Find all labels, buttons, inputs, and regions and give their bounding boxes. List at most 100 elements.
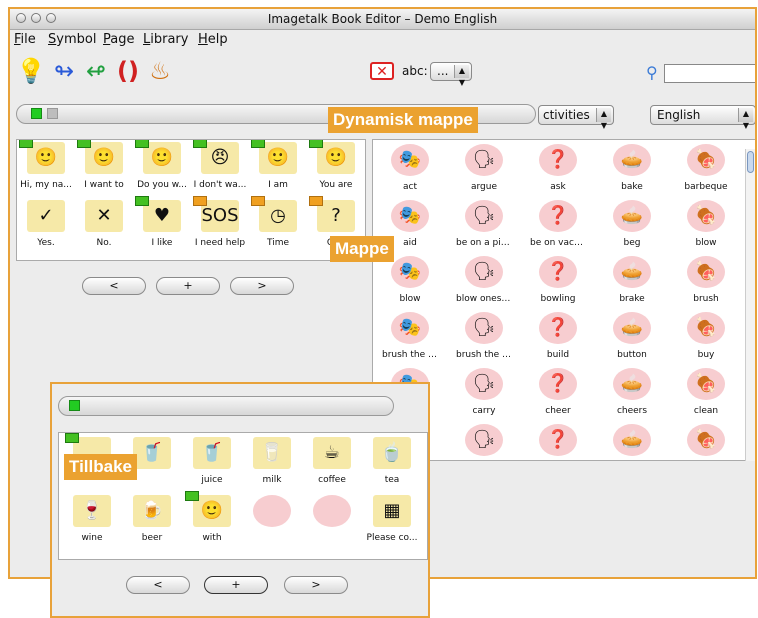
symbol-cell[interactable]: 🙂 I am [249,140,307,196]
library-symbol[interactable]: 🎭 blow [381,254,439,310]
symbol-cell[interactable]: 🙂 You are [307,140,365,196]
symbol-cell[interactable]: 🙂 Hi, my na... [17,140,75,196]
symbol-picture-icon: 🍖 [687,144,725,176]
symbol-picture-icon: 🙂 [185,491,231,527]
symbol-cell[interactable]: 🥤 juice [183,435,241,491]
symbol-cell[interactable]: ✓ Yes. [17,198,75,254]
library-symbol[interactable]: ❓ be on vacati... [529,198,587,254]
window-title: Imagetalk Book Editor – Demo English [267,12,498,26]
symbol-label: Time [266,238,290,248]
symbol-cell[interactable]: 🍷 wine [63,493,121,549]
symbol-label: bake [621,182,643,192]
menu-file[interactable]: File [14,32,36,47]
library-symbol[interactable]: 🥧 brake [603,254,661,310]
symbol-picture-icon: 🙂 [309,140,355,174]
library-symbol[interactable]: 🗣 carry [455,366,513,422]
root-page-marker[interactable] [69,400,80,411]
symbol-cell[interactable]: 🥛 milk [243,435,301,491]
symbol-cell[interactable]: 🙂 Do you w... [133,140,191,196]
symbol-picture-icon: ❓ [539,256,577,288]
symbol-label: barbeque [684,182,728,192]
symbol-picture-icon: ✓ [27,200,65,232]
symbol-picture-icon: ❓ [539,368,577,400]
symbol-picture-icon: 🍷 [73,495,111,527]
symbol-cell[interactable]: 🍵 tea [363,435,421,491]
library-symbol[interactable]: 🥧 button [603,310,661,366]
folder-flag-icon [65,433,79,443]
library-symbol[interactable]: ❓ [529,422,587,460]
prev-page-button[interactable]: < [126,576,190,594]
sub-page-marker[interactable] [47,108,58,119]
brackets-icon[interactable]: () [114,57,142,85]
library-symbol[interactable]: 🍖 [677,422,735,460]
symbol-cell[interactable]: 🍺 beer [123,493,181,549]
library-symbol[interactable]: ❓ build [529,310,587,366]
next-page-button[interactable]: > [230,277,294,295]
library-symbol[interactable]: 🥧 cheers [603,366,661,422]
symbol-cell[interactable]: ▦ Please co... [363,493,421,549]
sub-path-bar[interactable] [58,396,394,416]
symbol-cell[interactable]: SOS I need help [191,196,249,254]
search-input[interactable] [664,64,755,83]
folder-flag-icon [185,491,199,501]
symbol-cell[interactable]: ✕ No. [75,198,133,254]
library-symbol[interactable]: 🍖 barbeque [677,142,735,198]
menu-library[interactable]: Library [143,32,188,47]
library-symbol[interactable]: 🥧 [603,422,661,460]
folder-flag-icon [135,140,149,148]
symbol-cell[interactable]: ☕ coffee [303,435,361,491]
symbol-label: cheers [616,406,648,416]
symbol-label: buy [697,350,715,360]
library-symbol[interactable]: 🍖 brush [677,254,735,310]
menu-help[interactable]: Help [198,32,228,47]
language-select[interactable]: English ▲ ▼ [650,105,755,130]
library-symbol[interactable]: 🎭 brush the hair [381,310,439,366]
symbol-cell[interactable]: ◷ Time [249,196,307,254]
symbol-label: beg [623,238,641,248]
menu-symbol[interactable]: Symbol [48,32,96,47]
library-scrollbar[interactable] [745,149,755,461]
symbol-picture-icon: 🙂 [135,140,181,174]
library-symbol[interactable]: 🍖 buy [677,310,735,366]
callout-back: Tillbake [64,454,137,480]
symbol-cell[interactable]: 10 [243,493,301,549]
library-symbol[interactable]: 🍖 clean [677,366,735,422]
symbol-cell[interactable]: 🙂 with [183,491,241,549]
abc-select[interactable]: ... ▲ ▼ [430,62,472,87]
symbol-label: brush [693,294,719,304]
library-symbol[interactable]: 🍖 blow [677,198,735,254]
add-page-button[interactable]: + [156,277,220,295]
library-symbol[interactable]: 🗣 blow ones n... [455,254,513,310]
symbol-label: button [617,350,647,360]
symbol-label: clean [693,406,719,416]
symbol-cell[interactable]: 😠 I don't wa... [191,140,249,196]
library-symbol[interactable]: 🥧 bake [603,142,661,198]
symbol-label: I want to [84,180,124,190]
symbol-label: be on vacati... [530,238,587,248]
add-page-button[interactable]: + [204,576,268,594]
prev-page-button[interactable]: < [82,277,146,295]
library-symbol[interactable]: 🗣 brush the te... [455,310,513,366]
symbol-cell[interactable]: 🙂 I want to [75,140,133,196]
redo-arrow-icon[interactable]: ↬ [50,57,78,85]
title-bar: Imagetalk Book Editor – Demo English [10,9,755,30]
category-select[interactable]: ctivities ▲ ▼ [538,105,614,130]
steam-icon[interactable]: ♨ [146,57,174,85]
lightbulb-icon[interactable]: 💡 [16,57,46,85]
undo-arrow-icon[interactable]: ↫ [82,57,110,85]
library-symbol[interactable]: ❓ cheer [529,366,587,422]
scrollbar-thumb[interactable] [747,151,754,173]
library-symbol[interactable]: 🎭 act [381,142,439,198]
library-symbol[interactable]: 🗣 argue [455,142,513,198]
root-page-marker[interactable] [31,108,42,119]
library-symbol[interactable]: 🥧 beg [603,198,661,254]
next-page-button[interactable]: > [284,576,348,594]
library-symbol[interactable]: ❓ ask [529,142,587,198]
delete-icon[interactable]: ✕ [370,62,394,80]
symbol-cell[interactable]: ♥ I like [133,196,191,254]
library-symbol[interactable]: ❓ bowling [529,254,587,310]
symbol-cell[interactable]: 11 [303,493,361,549]
menu-page[interactable]: Page [103,32,134,47]
library-symbol[interactable]: 🗣 be on a picnic [455,198,513,254]
library-symbol[interactable]: 🗣 [455,422,513,460]
